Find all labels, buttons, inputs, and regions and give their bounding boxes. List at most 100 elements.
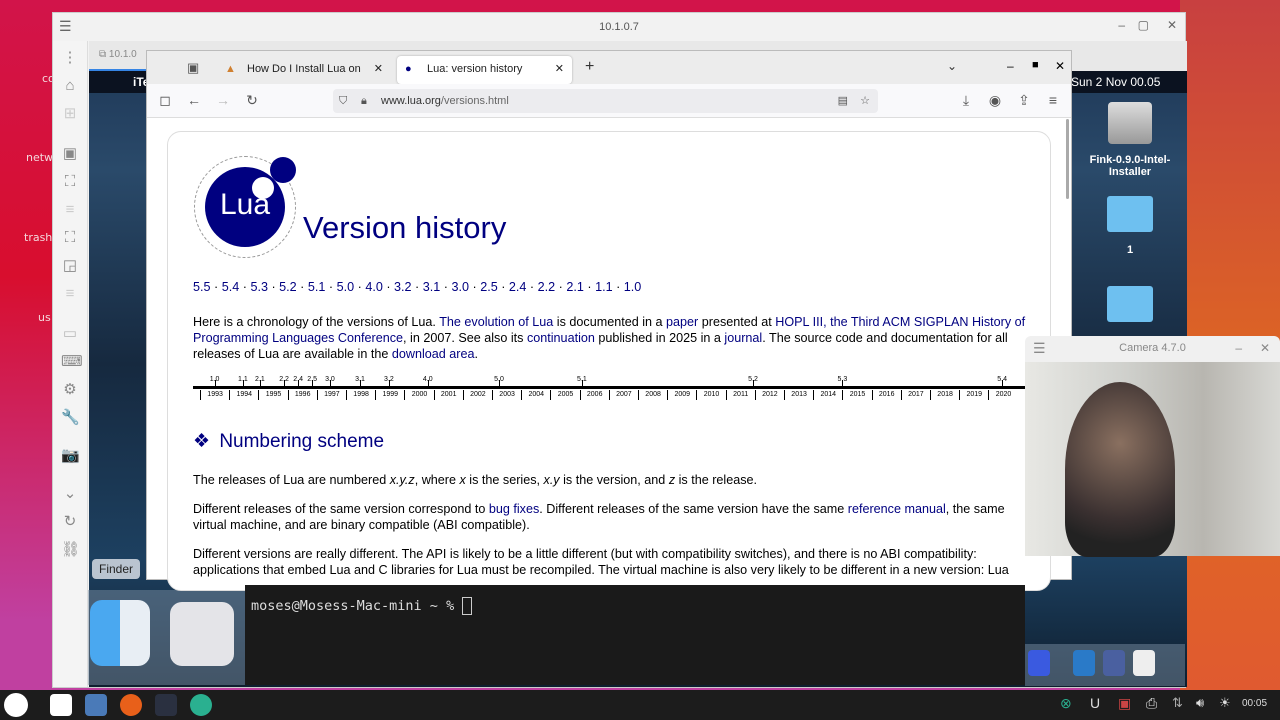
drive-icon[interactable] <box>1108 102 1152 144</box>
shield-icon[interactable]: ⛉ <box>339 89 347 113</box>
inline-link[interactable]: The evolution of Lua <box>439 315 553 329</box>
resize-icon[interactable]: ◲ <box>61 257 79 275</box>
start-menu-icon[interactable] <box>4 693 28 717</box>
scrollbar[interactable] <box>1066 119 1069 199</box>
reconnect-icon[interactable]: ↻ <box>61 513 79 531</box>
version-link[interactable]: 2.1 <box>566 280 584 294</box>
scale-icon[interactable]: ⛶ <box>61 229 79 247</box>
app-menu-icon[interactable]: ≡ <box>1044 92 1062 108</box>
inline-link[interactable]: download area <box>392 347 475 361</box>
file-manager-icon[interactable] <box>50 694 72 716</box>
desktop-icon-label[interactable]: us <box>38 311 51 324</box>
folder-icon[interactable] <box>1107 196 1153 232</box>
desktop-icon-label[interactable]: netw <box>26 151 53 164</box>
home-icon[interactable]: ⌂ <box>61 77 79 95</box>
launchpad-icon[interactable] <box>170 602 234 666</box>
separator: · <box>612 280 624 294</box>
clock[interactable]: 00:05 <box>1242 698 1267 709</box>
disconnect-icon[interactable]: ⛓ <box>61 541 80 559</box>
brightness-icon[interactable]: ☀ <box>1219 695 1231 711</box>
version-link[interactable]: 5.5 <box>193 280 211 294</box>
inline-link[interactable]: continuation <box>527 331 595 345</box>
tools-icon[interactable]: 🔧 <box>61 409 80 427</box>
close-button[interactable]: ✕ <box>1055 59 1065 73</box>
close-tab-icon[interactable]: ✕ <box>374 56 383 82</box>
version-link[interactable]: 5.3 <box>250 280 268 294</box>
inline-link[interactable]: paper <box>666 315 698 329</box>
connection-tab[interactable]: ⧉ 10.1.0 <box>99 49 137 60</box>
firefox-icon[interactable] <box>120 694 142 716</box>
network-icon[interactable]: ⇅ <box>1172 695 1183 711</box>
inline-link[interactable]: bug fixes <box>489 502 539 516</box>
tab-how-do-i-install-lua[interactable]: ▲ How Do I Install Lua on MacO ✕ <box>217 56 387 101</box>
version-link[interactable]: 3.2 <box>394 280 412 294</box>
tray-app-icon[interactable]: ⊗ <box>1060 695 1072 712</box>
version-link[interactable]: 5.0 <box>337 280 355 294</box>
folder-icon[interactable] <box>1107 286 1153 322</box>
tab-overview-icon[interactable]: ▣ <box>187 60 199 76</box>
preferences-icon[interactable]: ⚙ <box>61 381 79 399</box>
mac-clock[interactable]: Sun 2 Nov 00.05 <box>1071 75 1160 89</box>
tab-lua-version-history[interactable]: ● Lua: version history ✕ <box>397 56 572 84</box>
version-link[interactable]: 3.1 <box>423 280 441 294</box>
multi-monitor-icon[interactable]: ▭ <box>61 325 79 343</box>
version-link[interactable]: 5.1 <box>308 280 326 294</box>
app-icon[interactable] <box>1073 650 1095 676</box>
version-link[interactable]: 5.2 <box>279 280 297 294</box>
list-tabs-icon[interactable]: ⌄ <box>947 59 957 73</box>
back-button[interactable]: ← <box>185 92 203 108</box>
terminal-icon[interactable] <box>155 694 177 716</box>
account-icon[interactable]: ◉ <box>986 92 1004 109</box>
remote-desktop-taskbar-icon[interactable] <box>85 694 107 716</box>
volume-icon[interactable]: 🔊︎ <box>1196 695 1204 711</box>
maximize-button[interactable]: ▢ <box>1138 18 1149 32</box>
extensions-icon[interactable]: ⇪ <box>1015 92 1033 109</box>
version-link[interactable]: 2.4 <box>509 280 527 294</box>
version-link[interactable]: 4.0 <box>365 280 383 294</box>
new-connection-icon[interactable]: ⊞ <box>61 105 79 123</box>
keyboard-icon[interactable]: ⌨ <box>61 353 83 371</box>
minimize-button[interactable]: – <box>1235 341 1242 355</box>
tray-app-icon[interactable]: ▣ <box>1118 695 1131 712</box>
sidebar-icon[interactable]: ◻ <box>156 92 174 109</box>
version-link[interactable]: 5.4 <box>222 280 240 294</box>
inline-link[interactable]: reference manual <box>848 502 946 516</box>
inline-link[interactable]: journal <box>724 331 762 345</box>
finder-icon[interactable] <box>90 600 150 666</box>
minimize-toolbar-icon[interactable]: ⌄ <box>61 485 79 503</box>
url-bar[interactable]: ⛉ 🔒︎ www.lua.org/versions.html ▤ ☆ <box>333 89 878 113</box>
fullscreen-icon[interactable]: ⛶ <box>61 173 79 191</box>
desktop-icon-label[interactable]: 1 <box>1107 244 1153 256</box>
printer-icon[interactable]: ⎙ <box>1146 695 1157 712</box>
maximize-button[interactable]: ■ <box>1032 59 1039 71</box>
forward-button[interactable]: → <box>214 92 232 108</box>
version-link[interactable]: 1.1 <box>595 280 613 294</box>
app-icon[interactable] <box>1133 650 1155 676</box>
menu-icon[interactable]: ☰ <box>59 18 72 35</box>
close-button[interactable]: ✕ <box>1167 18 1177 32</box>
lock-icon[interactable]: 🔒︎ <box>361 89 367 113</box>
version-link[interactable]: 1.0 <box>624 280 642 294</box>
downloads-icon[interactable]: ⤓ <box>957 92 975 109</box>
screenshot-icon[interactable]: 📷 <box>61 447 80 465</box>
close-tab-icon[interactable]: ✕ <box>555 56 564 82</box>
version-link[interactable]: 2.5 <box>480 280 498 294</box>
close-button[interactable]: ✕ <box>1260 341 1270 355</box>
more-icon[interactable]: ⋮ <box>61 49 79 67</box>
version-link[interactable]: 2.2 <box>538 280 556 294</box>
app-icon[interactable] <box>1103 650 1125 676</box>
reload-button[interactable]: ↻ <box>243 92 261 109</box>
fit-window-icon[interactable]: ▣ <box>61 145 79 163</box>
minimize-button[interactable]: – <box>1007 59 1014 73</box>
reader-view-icon[interactable]: ▤ <box>838 89 848 113</box>
terminal-window[interactable]: moses@Mosess-Mac-mini ~ % <box>245 585 1025 685</box>
app-icon[interactable] <box>190 694 212 716</box>
version-link[interactable]: 3.0 <box>451 280 469 294</box>
new-tab-button[interactable]: + <box>585 58 594 76</box>
app-icon[interactable] <box>1028 650 1050 676</box>
desktop-icon-label[interactable]: Fink-0.9.0-Intel-Installer <box>1082 154 1178 178</box>
bookmark-star-icon[interactable]: ☆ <box>860 89 870 113</box>
timeline-version-label: 2.1 <box>254 376 265 383</box>
tray-magnet-icon[interactable]: U <box>1090 695 1100 711</box>
minimize-button[interactable]: – <box>1118 18 1125 32</box>
